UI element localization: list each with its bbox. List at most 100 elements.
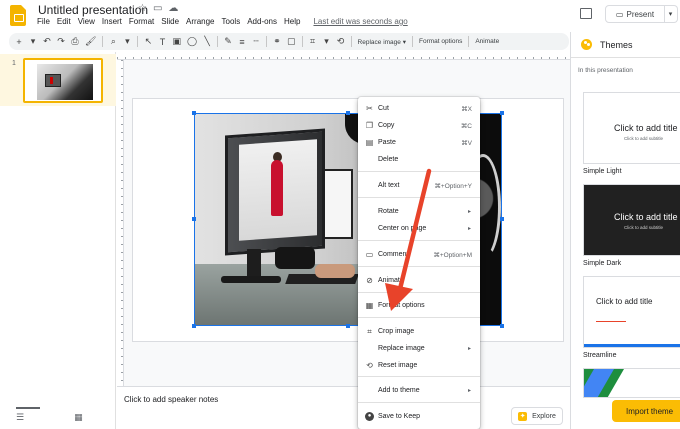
comment-add-icon[interactable]: ▢: [287, 36, 296, 47]
reset-image-icon[interactable]: ⟲: [337, 36, 345, 47]
select-cursor-icon[interactable]: ↖: [144, 36, 153, 47]
slide-thumbnail-row[interactable]: 1: [0, 54, 116, 106]
menu-add-ons[interactable]: Add-ons: [247, 17, 277, 26]
horizontal-ruler: [117, 52, 570, 60]
submenu-arrow-icon: ▸: [467, 209, 471, 215]
crop-icon: ⌗: [367, 326, 372, 336]
zoom-dropdown-icon[interactable]: ▾: [123, 36, 131, 47]
photo-arm: [315, 264, 355, 278]
text-box-icon[interactable]: T: [158, 37, 166, 47]
menu-item-cut[interactable]: ✂ Cut ⌘X: [358, 101, 480, 116]
header: Untitled presentation ☆ ▭ ☁ File Edit Vi…: [0, 0, 680, 32]
toolbar-divider: [266, 36, 268, 47]
link-icon[interactable]: ⚭: [273, 36, 281, 47]
menu-item-save-to-keep[interactable]: ● Save to Keep: [358, 409, 480, 424]
border-color-icon[interactable]: ✎: [224, 36, 232, 47]
image-icon[interactable]: ▣: [172, 36, 181, 47]
theme-card-streamline[interactable]: Click to add title: [583, 276, 680, 348]
menu-item-paste[interactable]: ▤ Paste ⌘V: [358, 135, 480, 150]
menu-separator: [358, 376, 480, 377]
mask-dropdown-icon[interactable]: ▾: [323, 36, 331, 47]
zoom-icon[interactable]: ⌕: [109, 36, 117, 47]
menu-item-copy[interactable]: ❐ Copy ⌘C: [358, 118, 480, 133]
format-options-button[interactable]: Format options: [419, 38, 462, 45]
menu-slide[interactable]: Slide: [161, 17, 179, 26]
present-button[interactable]: ▭ Present: [605, 5, 665, 23]
menu-tools[interactable]: Tools: [222, 17, 241, 26]
menu-item-add-to-theme[interactable]: Add to theme ▸: [358, 383, 480, 398]
explore-label: Explore: [532, 412, 556, 420]
theme-card-simple-dark[interactable]: Click to add title Click to add subtitle: [583, 184, 680, 256]
menu-item-reset-image[interactable]: ⟲ Reset image: [358, 358, 480, 373]
menu-item-replace-image[interactable]: Replace image ▸: [358, 341, 480, 356]
import-theme-button[interactable]: Import theme: [612, 400, 680, 422]
theme-card-focus[interactable]: [583, 368, 680, 398]
present-dropdown-button[interactable]: ▾: [664, 5, 678, 23]
menu-item-label: Cut: [378, 105, 389, 112]
explore-icon: ✦: [518, 411, 528, 421]
speaker-notes[interactable]: Click to add speaker notes ✦ Explore: [117, 386, 570, 429]
menu-item-label: Reset image: [378, 362, 418, 369]
animate-button[interactable]: Animate: [475, 38, 499, 45]
comments-icon[interactable]: [580, 8, 592, 19]
photo-monitor-stand: [247, 249, 261, 279]
toolbar-divider: [468, 36, 470, 47]
toolbar: + ▾ ↶ ↷ ⎙ 🖌 ⌕ ▾ ↖ T ▣ ◯ ╲ ✎ ≡ ┄ ⚭ ▢ ⌗ ▾ …: [9, 33, 569, 50]
menu-insert[interactable]: Insert: [102, 17, 122, 26]
undo-icon[interactable]: ↶: [43, 36, 51, 47]
star-icon[interactable]: ☆: [138, 3, 147, 14]
line-icon[interactable]: ╲: [203, 36, 211, 47]
crop-icon[interactable]: ⌗: [309, 36, 317, 47]
paint-format-icon[interactable]: 🖌: [85, 36, 96, 47]
slide[interactable]: [133, 99, 563, 341]
explore-button[interactable]: ✦ Explore: [511, 407, 563, 425]
menu-item-label: Paste: [378, 139, 396, 146]
border-weight-icon[interactable]: ≡: [238, 37, 246, 47]
menu-edit[interactable]: Edit: [57, 17, 71, 26]
format-options-icon: ▦: [365, 301, 374, 310]
toolbar-divider: [137, 36, 139, 47]
theme-card-title: Click to add title: [614, 123, 678, 133]
paste-icon: ▤: [365, 138, 374, 147]
print-icon[interactable]: ⎙: [71, 36, 79, 47]
move-folder-icon[interactable]: ▭: [153, 3, 162, 14]
menu-help[interactable]: Help: [284, 17, 300, 26]
menu-item-label: Copy: [378, 122, 395, 129]
slides-logo-icon[interactable]: [10, 5, 26, 26]
theme-card-title: Click to add title: [614, 212, 678, 222]
menu-file[interactable]: File: [37, 17, 50, 26]
border-dash-icon[interactable]: ┄: [252, 36, 260, 47]
theme-card-accent-line: [596, 321, 626, 322]
themes-panel: Themes In this presentation Click to add…: [570, 32, 680, 429]
menu-view[interactable]: View: [78, 17, 95, 26]
last-edit-link[interactable]: Last edit was seconds ago: [313, 17, 407, 26]
themes-title: Themes: [600, 39, 633, 50]
speaker-notes-placeholder[interactable]: Click to add speaker notes: [124, 395, 218, 404]
redo-icon[interactable]: ↷: [57, 36, 65, 47]
grid-view-icon[interactable]: ▦: [74, 412, 83, 423]
replace-image-button[interactable]: Replace image ▾: [358, 38, 406, 46]
slide-thumbnail[interactable]: [23, 58, 103, 103]
menu-item-label: Add to theme: [378, 387, 420, 394]
document-title[interactable]: Untitled presentation: [38, 3, 148, 17]
menu-item-label: Save to Keep: [378, 413, 421, 420]
toolbar-divider: [102, 36, 104, 47]
menu-item-label: Crop image: [378, 328, 415, 335]
menu-format[interactable]: Format: [129, 17, 154, 26]
shape-icon[interactable]: ◯: [187, 36, 197, 47]
copy-icon: ❐: [365, 121, 374, 130]
theme-card-current[interactable]: Click to add title Click to add subtitle: [583, 92, 680, 164]
new-slide-icon[interactable]: +: [15, 37, 23, 47]
cut-icon: ✂: [366, 104, 373, 113]
new-slide-dropdown-icon[interactable]: ▾: [29, 36, 37, 47]
menu-item-crop-image[interactable]: ⌗ Crop image: [358, 324, 480, 339]
menu-arrange[interactable]: Arrange: [186, 17, 214, 26]
menu-bar: File Edit View Insert Format Slide Arran…: [37, 17, 408, 26]
view-toggles: ☰ ▦: [16, 412, 83, 423]
themes-subtitle: In this presentation: [578, 67, 633, 74]
menu-item-shortcut: ⌘+Option+M: [433, 251, 472, 259]
cloud-status-icon[interactable]: ☁: [168, 3, 178, 14]
filmstrip-view-icon[interactable]: ☰: [16, 412, 24, 423]
toolbar-divider: [411, 36, 413, 47]
slide-number: 1: [12, 60, 16, 67]
